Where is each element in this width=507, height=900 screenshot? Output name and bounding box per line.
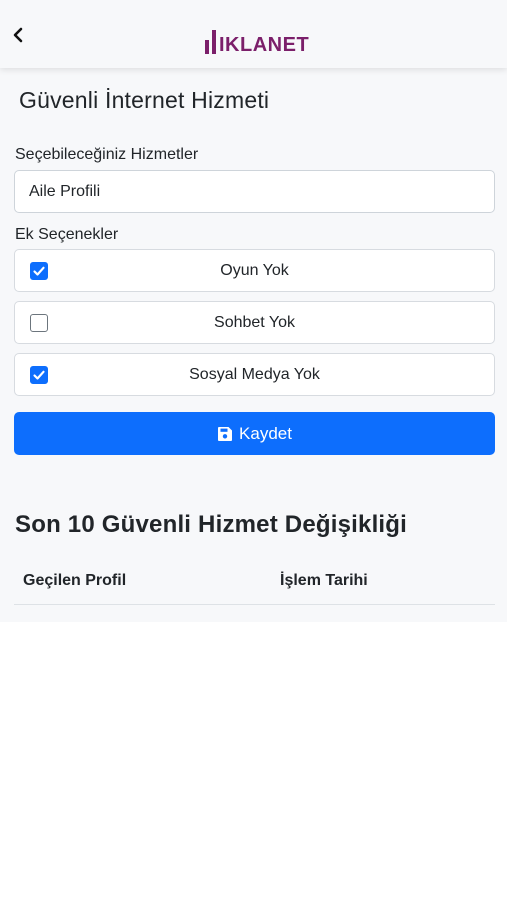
services-label: Seçebileceğiniz Hizmetler: [15, 146, 199, 163]
column-header-date: İşlem Tarihi: [280, 572, 368, 589]
option-checkbox-sohbet-yok[interactable]: [30, 314, 48, 332]
option-label-oyun-yok: Oyun Yok: [220, 261, 289, 279]
brand-logo: IKLANET: [205, 22, 309, 56]
top-bar: IKLANET: [0, 0, 507, 68]
app-screen: IKLANET Güvenli İnternet Hizmeti Seçebil…: [0, 0, 507, 622]
extras-label: Ek Seçenekler: [15, 226, 119, 243]
option-checkbox-oyun-yok[interactable]: [30, 262, 48, 280]
logo-bars-icon: [205, 30, 216, 56]
chevron-left-icon: [13, 27, 23, 43]
service-select-value: Aile Profili: [29, 182, 101, 200]
option-row-sosyal-medya-yok[interactable]: Sosyal Medya Yok: [14, 353, 495, 396]
back-button[interactable]: [6, 20, 30, 50]
save-button[interactable]: Kaydet: [14, 412, 495, 455]
save-button-label: Kaydet: [239, 423, 292, 443]
check-icon: [33, 370, 45, 380]
logo-text: IKLANET: [219, 34, 310, 56]
option-row-oyun-yok[interactable]: Oyun Yok: [14, 249, 495, 292]
history-title: Son 10 Güvenli Hizmet Değişikliği: [15, 511, 408, 538]
floppy-disk-icon: [218, 426, 233, 441]
column-header-profile: Geçilen Profil: [23, 572, 127, 589]
page-title: Güvenli İnternet Hizmeti: [19, 87, 270, 113]
option-row-sohbet-yok[interactable]: Sohbet Yok: [14, 301, 495, 344]
service-select[interactable]: Aile Profili: [14, 170, 495, 213]
option-label-sosyal-medya-yok: Sosyal Medya Yok: [189, 365, 320, 383]
check-icon: [33, 266, 45, 276]
history-table-header: Geçilen Profil İşlem Tarihi: [14, 560, 495, 605]
option-checkbox-sosyal-medya-yok[interactable]: [30, 366, 48, 384]
option-label-sohbet-yok: Sohbet Yok: [214, 313, 295, 331]
